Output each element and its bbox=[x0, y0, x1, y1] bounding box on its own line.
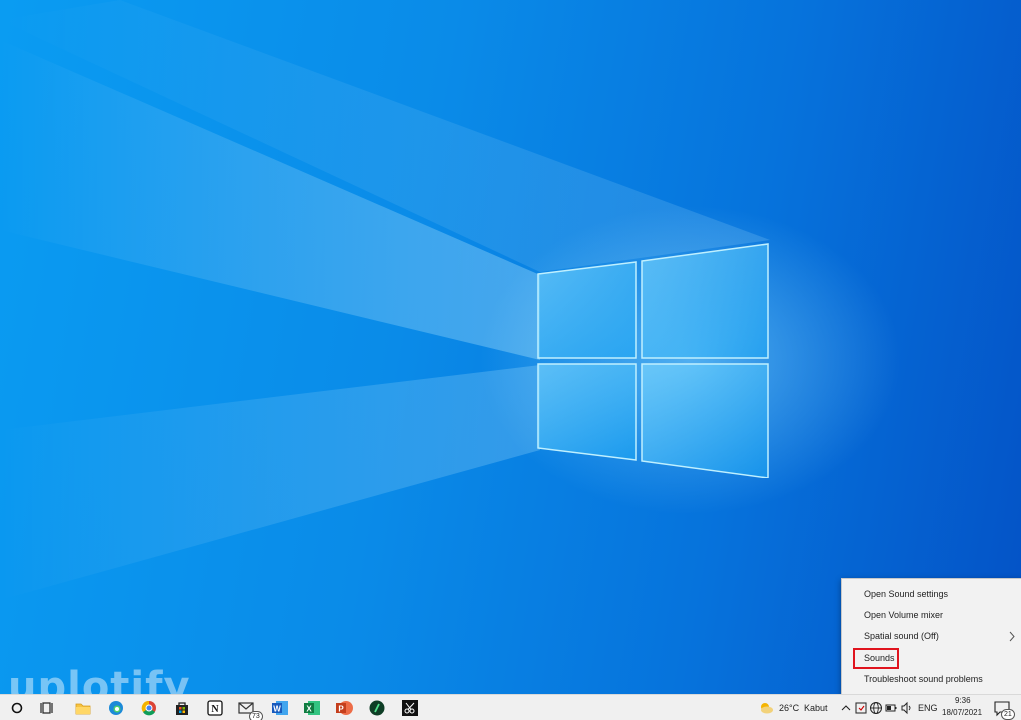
taskbar: N 73 W X P 26°C Kabut ENG 9:36 18/07/202… bbox=[0, 694, 1021, 720]
weather-sun-cloud-icon[interactable] bbox=[756, 698, 776, 718]
notion-icon[interactable]: N bbox=[205, 698, 225, 718]
menu-item-label: Troubleshoot sound problems bbox=[864, 674, 983, 684]
weather-condition[interactable]: Kabut bbox=[804, 703, 828, 713]
language-indicator[interactable]: ENG bbox=[918, 703, 938, 713]
speaker-volume-icon[interactable] bbox=[897, 698, 917, 718]
menu-item-troubleshoot-sound[interactable]: Troubleshoot sound problems bbox=[842, 669, 1021, 690]
svg-text:X: X bbox=[306, 705, 312, 714]
chrome-icon[interactable] bbox=[139, 698, 159, 718]
svg-text:W: W bbox=[273, 705, 281, 714]
windows-logo-icon bbox=[537, 243, 769, 478]
cortana-circle-icon[interactable] bbox=[7, 698, 27, 718]
svg-text:P: P bbox=[338, 705, 344, 714]
weather-temperature[interactable]: 26°C bbox=[779, 703, 799, 713]
menu-item-open-sound-settings[interactable]: Open Sound settings bbox=[842, 584, 1021, 605]
excel-icon[interactable]: X bbox=[302, 698, 322, 718]
task-view-icon[interactable] bbox=[38, 698, 58, 718]
scissors-icon[interactable] bbox=[400, 698, 420, 718]
powerpoint-icon[interactable]: P bbox=[334, 698, 354, 718]
store-bag-icon[interactable] bbox=[172, 698, 192, 718]
menu-item-label: Spatial sound (Off) bbox=[864, 631, 939, 641]
menu-item-label: Open Volume mixer bbox=[864, 610, 944, 620]
edge-icon[interactable] bbox=[106, 698, 126, 718]
svg-text:N: N bbox=[211, 704, 219, 715]
sound-context-menu: Open Sound settings Open Volume mixer Sp… bbox=[841, 578, 1021, 696]
menu-item-label: Open Sound settings bbox=[864, 589, 949, 599]
menu-item-spatial-sound[interactable]: Spatial sound (Off) bbox=[842, 626, 1021, 647]
green-circle-app-icon[interactable] bbox=[367, 698, 387, 718]
watermark-text: uplotify bbox=[8, 664, 191, 694]
notification-count-badge: 21 bbox=[1001, 709, 1015, 720]
sounds-highlight-box bbox=[853, 648, 899, 669]
mail-badge: 73 bbox=[249, 711, 263, 720]
clock-date[interactable]: 18/07/2021 bbox=[942, 708, 982, 717]
menu-item-open-volume-mixer[interactable]: Open Volume mixer bbox=[842, 605, 1021, 626]
word-icon[interactable]: W bbox=[270, 698, 290, 718]
clock-time[interactable]: 9:36 bbox=[955, 696, 971, 705]
folder-icon[interactable] bbox=[73, 698, 93, 718]
